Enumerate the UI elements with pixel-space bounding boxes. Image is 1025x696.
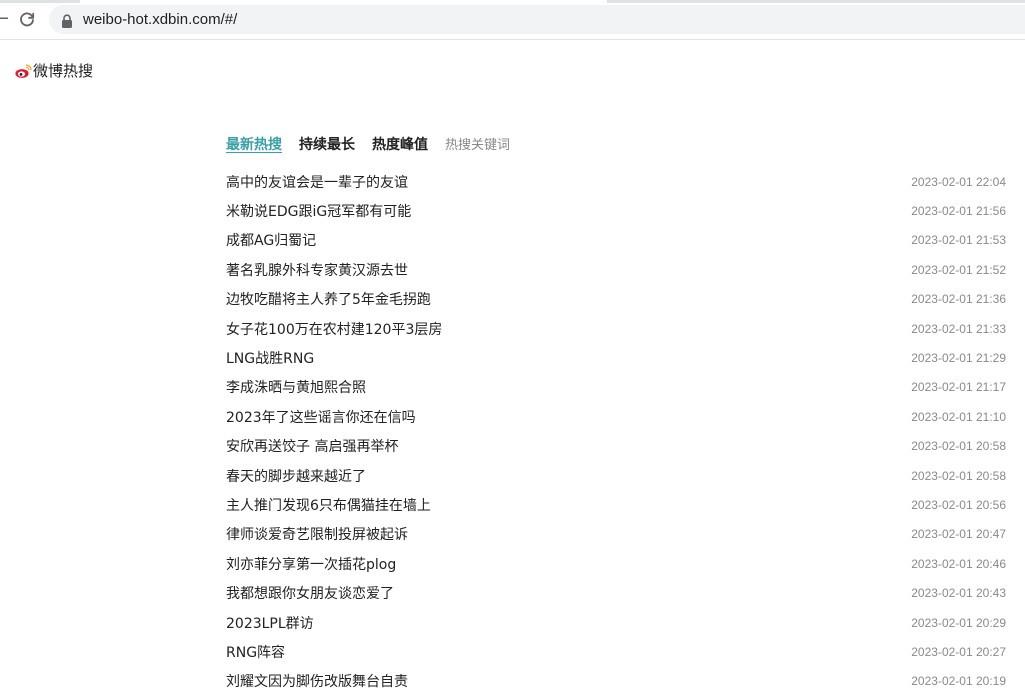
hot-title[interactable]: 边牧吃醋将主人养了5年金毛拐跑 (226, 289, 431, 309)
hot-time: 2023-02-01 21:17 (911, 380, 1006, 395)
hot-time: 2023-02-01 20:29 (911, 615, 1006, 630)
hot-time: 2023-02-01 21:10 (911, 409, 1006, 424)
hot-time: 2023-02-01 20:46 (911, 556, 1006, 571)
list-item: 著名乳腺外科专家黄汉源去世 2023-02-01 21:52 (226, 255, 1006, 284)
hot-title[interactable]: 我都想跟你女朋友谈恋爱了 (226, 583, 394, 603)
hot-title[interactable]: LNG战胜RNG (226, 348, 314, 368)
hot-title[interactable]: 李成洙晒与黄旭熙合照 (226, 377, 366, 397)
list-item: 主人推门发现6只布偶猫挂在墙上 2023-02-01 20:56 (226, 490, 1006, 519)
hot-title[interactable]: 著名乳腺外科专家黄汉源去世 (226, 260, 408, 280)
hot-title[interactable]: 春天的脚步越来越近了 (226, 466, 366, 486)
hot-time: 2023-02-01 21:33 (911, 321, 1006, 336)
site-logo[interactable]: 微博热搜 (15, 61, 93, 81)
list-item: 我都想跟你女朋友谈恋爱了 2023-02-01 20:43 (226, 578, 1006, 607)
hot-time: 2023-02-01 21:52 (911, 262, 1006, 277)
list-item: 2023年了这些谣言你还在信吗 2023-02-01 21:10 (226, 402, 1006, 431)
hot-time: 2023-02-01 20:58 (911, 439, 1006, 454)
hot-time: 2023-02-01 20:58 (911, 468, 1006, 483)
url-text[interactable]: weibo-hot.xdbin.com/#/ (83, 10, 237, 29)
hot-title[interactable]: 2023年了这些谣言你还在信吗 (226, 407, 416, 427)
list-item: 安欣再送饺子 高启强再举杯 2023-02-01 20:58 (226, 432, 1006, 461)
hot-time: 2023-02-01 20:56 (911, 497, 1006, 512)
hot-time: 2023-02-01 21:56 (911, 204, 1006, 219)
hot-time: 2023-02-01 22:04 (911, 174, 1006, 189)
list-item: RNG阵容 2023-02-01 20:27 (226, 637, 1006, 666)
hot-title[interactable]: 刘耀文因为脚伤改版舞台自责 (226, 671, 408, 691)
list-item: 高中的友谊会是一辈子的友谊 2023-02-01 22:04 (226, 167, 1006, 196)
reload-icon[interactable] (16, 9, 38, 31)
hot-title[interactable]: 高中的友谊会是一辈子的友谊 (226, 172, 408, 192)
address-bar[interactable]: weibo-hot.xdbin.com/#/ (49, 5, 1025, 34)
list-item: 米勒说EDG跟iG冠军都有可能 2023-02-01 21:56 (226, 196, 1006, 225)
list-item: 女子花100万在农村建120平3层房 2023-02-01 21:33 (226, 314, 1006, 343)
list-item: 边牧吃醋将主人养了5年金毛拐跑 2023-02-01 21:36 (226, 285, 1006, 314)
hot-time: 2023-02-01 20:43 (911, 586, 1006, 601)
hot-title[interactable]: 女子花100万在农村建120平3层房 (226, 319, 442, 339)
hot-title[interactable]: 成都AG归蜀记 (226, 230, 316, 250)
hot-title[interactable]: RNG阵容 (226, 642, 285, 662)
tab-longest[interactable]: 持续最长 (299, 134, 355, 156)
list-item: LNG战胜RNG 2023-02-01 21:29 (226, 343, 1006, 372)
hot-search-list: 高中的友谊会是一辈子的友谊 2023-02-01 22:04 米勒说EDG跟iG… (226, 167, 1006, 696)
weibo-logo-icon (15, 64, 32, 78)
lock-icon[interactable] (61, 13, 73, 28)
list-item: 2023LPL群访 2023-02-01 20:29 (226, 608, 1006, 637)
browser-toolbar: ← weibo-hot.xdbin.com/#/ (0, 0, 1025, 40)
tab-keywords[interactable]: 热搜关键词 (445, 135, 510, 157)
list-item: 成都AG归蜀记 2023-02-01 21:53 (226, 226, 1006, 255)
hot-title[interactable]: 律师谈爱奇艺限制投屏被起诉 (226, 524, 408, 544)
list-item: 李成洙晒与黄旭熙合照 2023-02-01 21:17 (226, 373, 1006, 402)
hot-time: 2023-02-01 20:27 (911, 644, 1006, 659)
list-item: 春天的脚步越来越近了 2023-02-01 20:58 (226, 461, 1006, 490)
list-item: 律师谈爱奇艺限制投屏被起诉 2023-02-01 20:47 (226, 520, 1006, 549)
site-name: 微博热搜 (33, 62, 94, 80)
active-tab-edge (80, 0, 607, 3)
tab-peak[interactable]: 热度峰值 (372, 134, 428, 156)
hot-time: 2023-02-01 21:53 (911, 233, 1006, 248)
hot-title[interactable]: 主人推门发现6只布偶猫挂在墙上 (226, 495, 431, 515)
list-item: 刘耀文因为脚伤改版舞台自责 2023-02-01 20:19 (226, 667, 1006, 696)
hot-title[interactable]: 2023LPL群访 (226, 613, 314, 633)
tab-latest[interactable]: 最新热搜 (226, 134, 282, 156)
hot-time: 2023-02-01 20:47 (911, 527, 1006, 542)
list-item: 刘亦菲分享第一次插花plog 2023-02-01 20:46 (226, 549, 1006, 578)
hot-title[interactable]: 刘亦菲分享第一次插花plog (226, 554, 396, 574)
tab-strip (0, 0, 1025, 3)
hot-time: 2023-02-01 20:19 (911, 674, 1006, 689)
hot-title[interactable]: 安欣再送饺子 高启强再举杯 (226, 436, 398, 456)
category-tabs: 最新热搜 持续最长 热度峰值 热搜关键词 (226, 134, 527, 157)
hot-title[interactable]: 米勒说EDG跟iG冠军都有可能 (226, 201, 411, 221)
back-arrow-icon[interactable]: ← (0, 9, 9, 29)
hot-time: 2023-02-01 21:36 (911, 292, 1006, 307)
hot-time: 2023-02-01 21:29 (911, 351, 1006, 366)
